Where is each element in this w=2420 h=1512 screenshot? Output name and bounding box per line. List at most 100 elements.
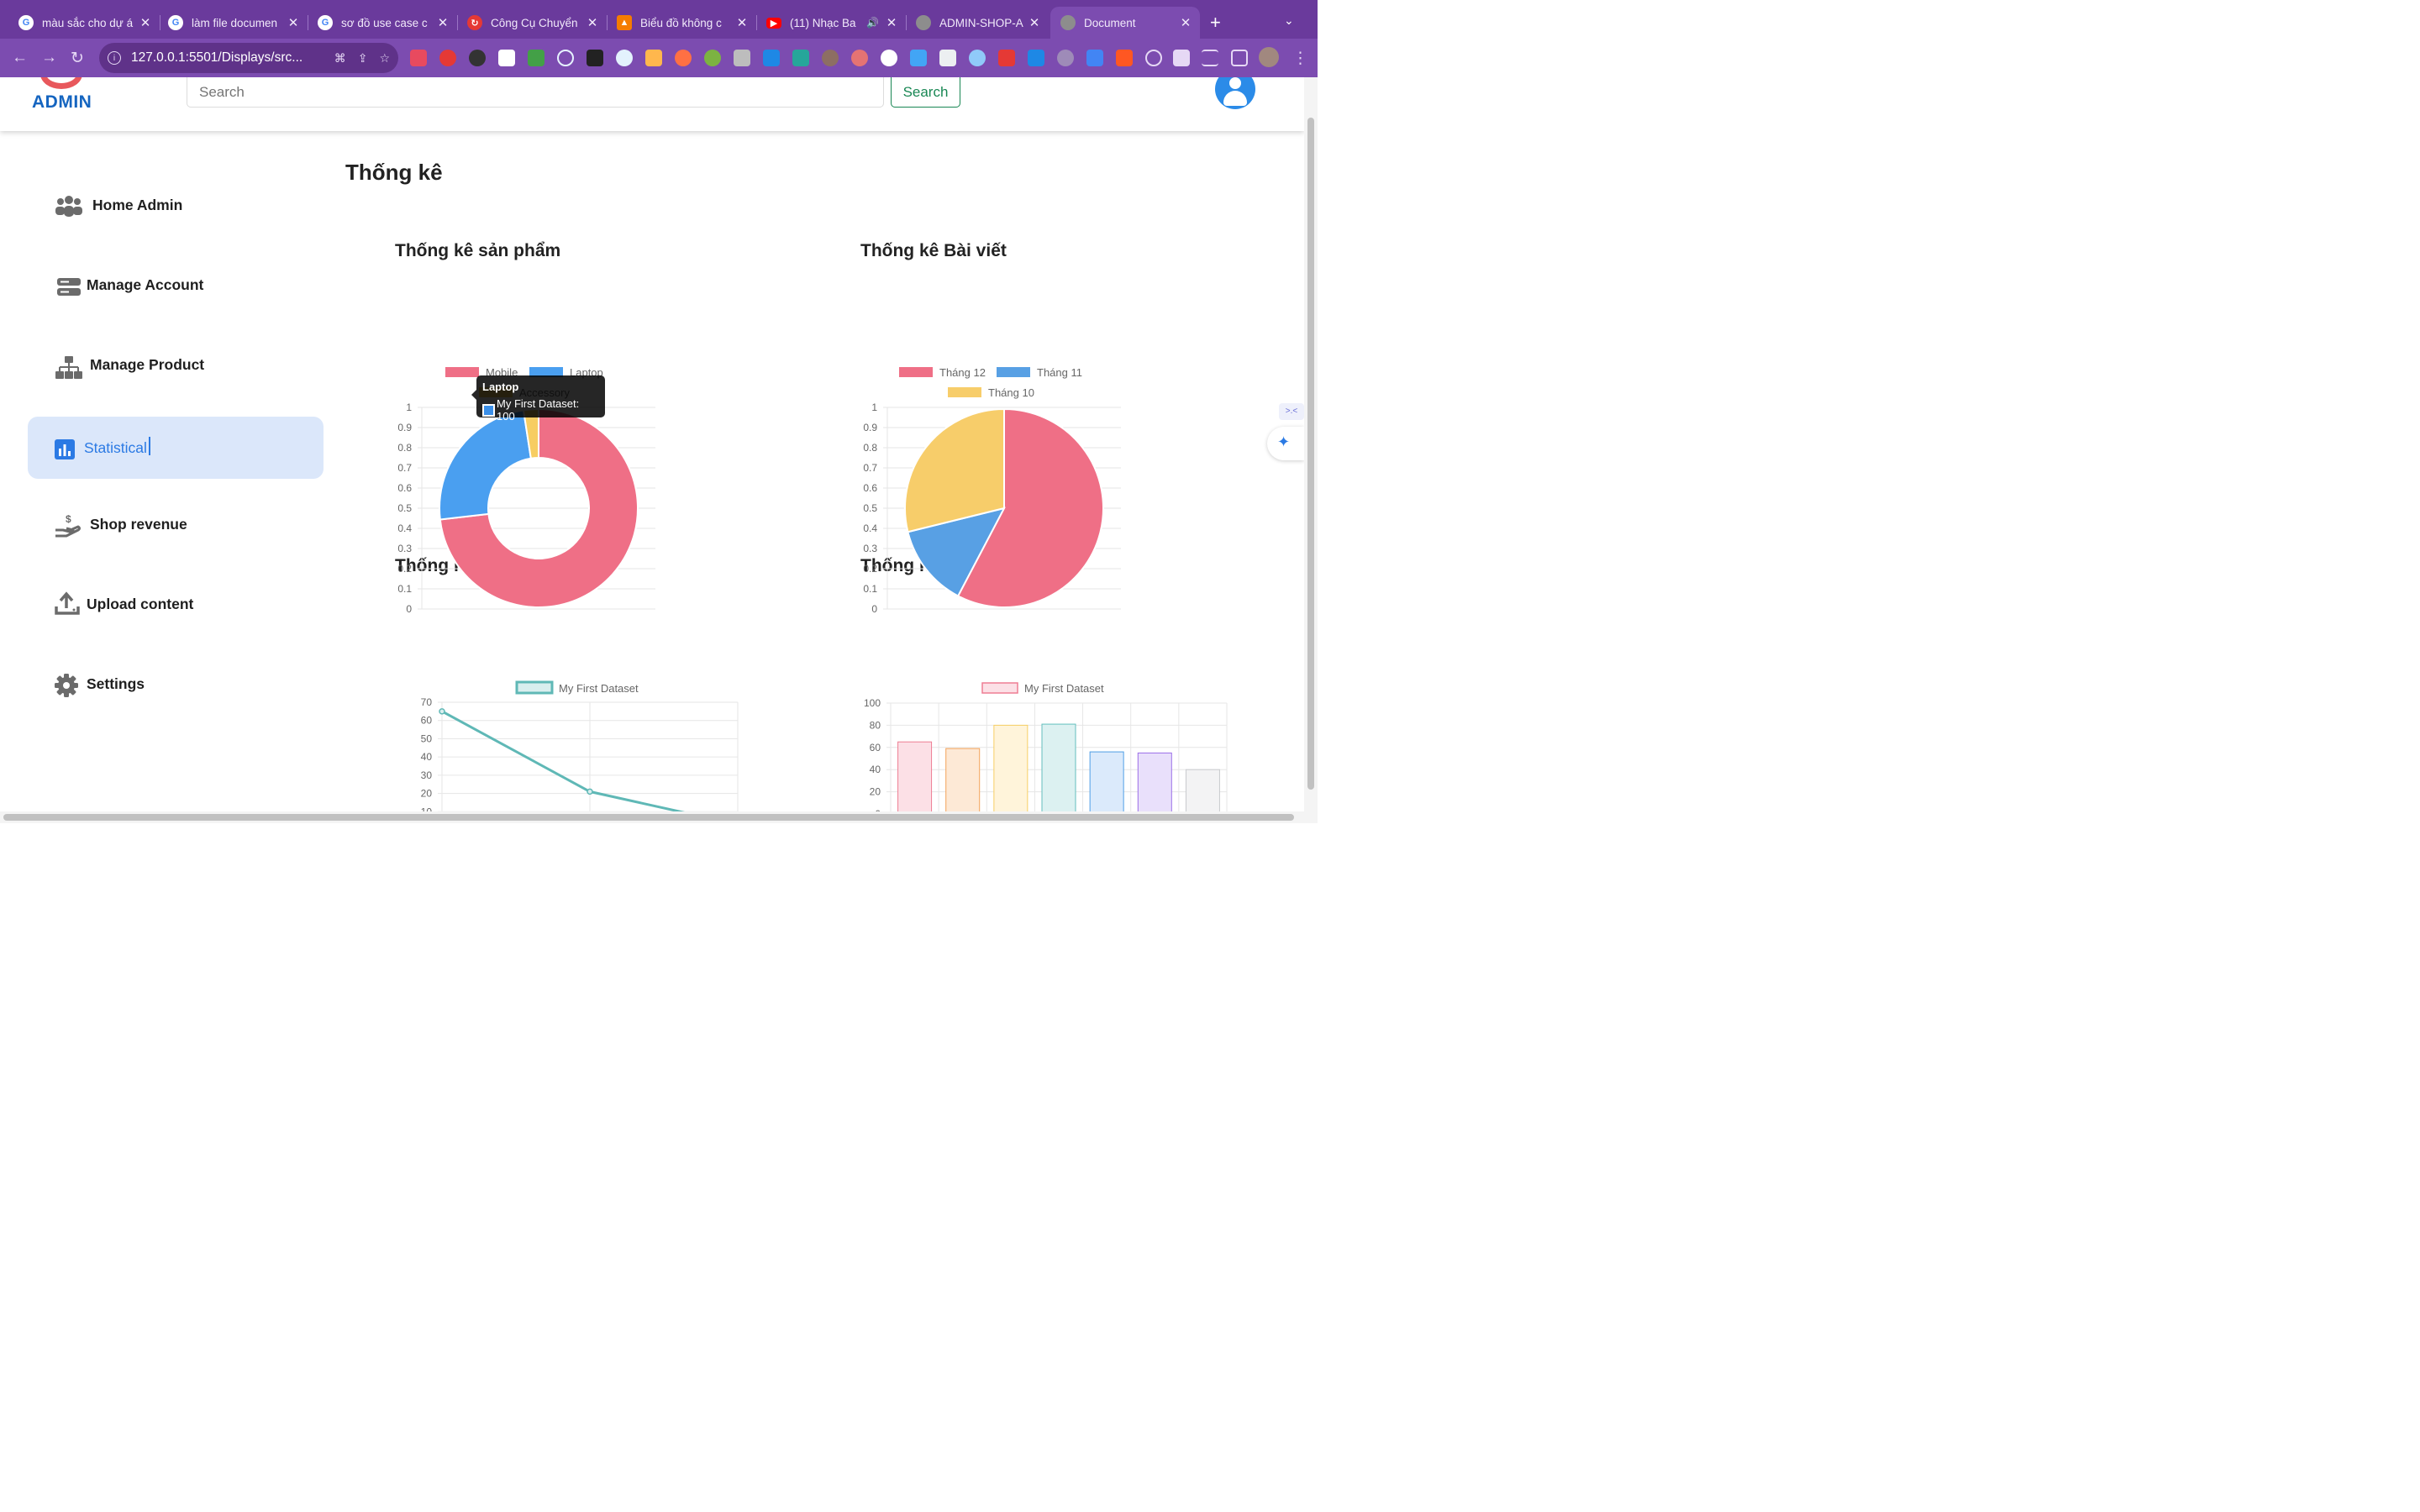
extension-icon[interactable] — [969, 50, 986, 66]
tooltip-body: My First Dataset: 100 — [497, 397, 580, 423]
extension-icon[interactable] — [1028, 50, 1044, 66]
user-icon — [1229, 77, 1241, 89]
url-text: 127.0.0.1:5501/Displays/src... — [131, 50, 303, 65]
kebab-menu-icon[interactable]: ⋮ — [1292, 49, 1308, 68]
legend-swatch — [445, 367, 479, 377]
close-icon[interactable]: ✕ — [734, 15, 750, 30]
extension-icon[interactable] — [587, 50, 603, 66]
bar-chart-icon — [55, 439, 75, 459]
extension-widget[interactable]: >.< — [1279, 403, 1304, 420]
extension-icon[interactable] — [528, 50, 544, 66]
google-icon: G — [318, 15, 333, 30]
extension-icon[interactable] — [1116, 50, 1133, 66]
star-icon[interactable]: ☆ — [379, 51, 390, 66]
sidebar-item-upload-content[interactable]: Upload content — [28, 573, 324, 635]
react-devtools-icon[interactable] — [557, 50, 574, 66]
close-icon[interactable]: ✕ — [585, 15, 600, 30]
tab-title: ADMIN-SHOP-A — [939, 16, 1023, 29]
forward-arrow-icon[interactable]: → — [41, 49, 57, 67]
browser-tab[interactable]: G màu sắc cho dự á ✕ — [8, 7, 160, 39]
puzzle-icon[interactable] — [1173, 50, 1190, 66]
horizontal-scrollbar[interactable] — [0, 811, 1318, 823]
extension-icon[interactable] — [469, 50, 486, 66]
browser-tab[interactable]: G sơ đồ use case c ✕ — [308, 7, 458, 39]
legend-label: My First Dataset — [1024, 682, 1104, 695]
todoist-icon[interactable] — [998, 50, 1015, 66]
extension-icon[interactable] — [675, 50, 692, 66]
address-bar[interactable]: i 127.0.0.1:5501/Displays/src... ⌘ ⇪ ☆ — [99, 43, 398, 73]
browser-tab[interactable]: ADMIN-SHOP-A ✕ — [906, 7, 1049, 39]
close-icon[interactable]: ✕ — [1027, 15, 1042, 30]
share-icon[interactable]: ⇪ — [358, 51, 368, 66]
sidebar-item-manage-product[interactable]: Manage Product — [28, 333, 324, 396]
extension-icon[interactable] — [1057, 50, 1074, 66]
user-avatar[interactable] — [1215, 77, 1255, 109]
pocket-icon[interactable] — [410, 50, 427, 66]
cookie-icon[interactable] — [822, 50, 839, 66]
post-pie-chart[interactable]: Tháng 12 Tháng 11Tháng 10 1 0.9 0.8 0.7 0.6 0.5… — [854, 279, 1131, 615]
extension-icon[interactable] — [910, 50, 927, 66]
info-icon[interactable]: i — [108, 51, 121, 65]
y-tick-label: 0.8 — [397, 442, 412, 454]
browser-tab[interactable]: G làm file documen ✕ — [158, 7, 308, 39]
assistant-float-button[interactable]: ✦ — [1267, 427, 1304, 460]
server-icon — [57, 278, 81, 296]
y-tick-label: 1 — [406, 402, 412, 413]
speaker-icon[interactable]: 🔊 — [866, 17, 879, 29]
extension-icon[interactable] — [439, 50, 456, 66]
revenue-bar-chart[interactable]: My First Dataset100806040200Tháng 6Tháng… — [854, 598, 1240, 811]
browser-tab[interactable]: ↻ Công Cụ Chuyển ✕ — [457, 7, 608, 39]
translate-ext-icon[interactable] — [1086, 50, 1103, 66]
y-tick-label: 40 — [421, 751, 433, 763]
clock-icon[interactable] — [881, 50, 897, 66]
bar-tháng-6 — [897, 741, 933, 811]
vertical-scrollbar[interactable] — [1304, 77, 1318, 811]
close-icon[interactable]: ✕ — [884, 15, 899, 30]
close-icon[interactable]: ✕ — [138, 15, 153, 30]
bar-tháng-11 — [1137, 752, 1172, 811]
close-icon[interactable]: ✕ — [286, 15, 301, 30]
y-tick-label: 20 — [870, 786, 881, 798]
sidebar-item-label: Shop revenue — [90, 515, 187, 533]
camera-icon[interactable] — [734, 50, 750, 66]
legend-swatch — [981, 682, 1018, 694]
extension-icon[interactable] — [939, 50, 956, 66]
close-icon[interactable]: ✕ — [435, 15, 450, 30]
back-arrow-icon[interactable]: ← — [12, 49, 28, 67]
order-line-chart[interactable]: My First Dataset706050403020100Đơn hàng … — [388, 598, 766, 811]
y-tick-label: 40 — [870, 764, 881, 775]
close-icon[interactable]: ✕ — [1178, 15, 1193, 30]
browser-tab-active[interactable]: Document ✕ — [1050, 7, 1200, 39]
chevron-down-icon[interactable]: ⌄ — [1284, 13, 1294, 28]
reload-icon[interactable]: ↻ — [71, 49, 84, 68]
sidebar-item-statistical[interactable]: Statistical — [28, 417, 324, 479]
sidebar-item-manage-account[interactable]: Manage Account — [28, 254, 324, 316]
search-input[interactable] — [187, 77, 884, 108]
sitemap-icon — [55, 356, 82, 379]
legend-label: Tháng 11 — [1037, 366, 1082, 379]
sparkle-icon: ✦ — [1277, 433, 1291, 450]
y-tick-label: 0.5 — [863, 502, 877, 514]
profile-avatar[interactable] — [1259, 47, 1279, 67]
extension-icon[interactable] — [763, 50, 780, 66]
side-panel-icon[interactable] — [1231, 50, 1248, 66]
new-tab-button[interactable]: + — [1210, 12, 1221, 34]
browser-tab[interactable]: ▲ Biểu đồ không c ✕ — [607, 7, 757, 39]
extension-icon[interactable] — [498, 50, 515, 66]
extension-icon[interactable] — [792, 50, 809, 66]
extension-icon[interactable] — [851, 50, 868, 66]
extension-icon[interactable] — [645, 50, 662, 66]
extension-icon[interactable] — [616, 50, 633, 66]
chart-title: Thống kê sản phẩm — [395, 241, 561, 260]
translate-icon[interactable]: ⌘ — [334, 51, 346, 66]
y-tick-label: 30 — [421, 769, 433, 781]
chart-site-icon: ▲ — [617, 15, 632, 30]
sidebar-item-home-admin[interactable]: Home Admin — [28, 174, 324, 236]
extension-icon[interactable] — [1145, 50, 1162, 66]
reading-list-icon[interactable] — [1202, 50, 1218, 66]
search-button[interactable]: Search — [891, 77, 960, 108]
sidebar-item-shop-revenue[interactable]: $ Shop revenue — [28, 493, 324, 555]
extension-icon[interactable] — [704, 50, 721, 66]
sidebar-item-settings[interactable]: Settings — [28, 653, 324, 715]
browser-tab[interactable]: ▶ (11) Nhạc Ba 🔊 ✕ — [756, 7, 907, 39]
